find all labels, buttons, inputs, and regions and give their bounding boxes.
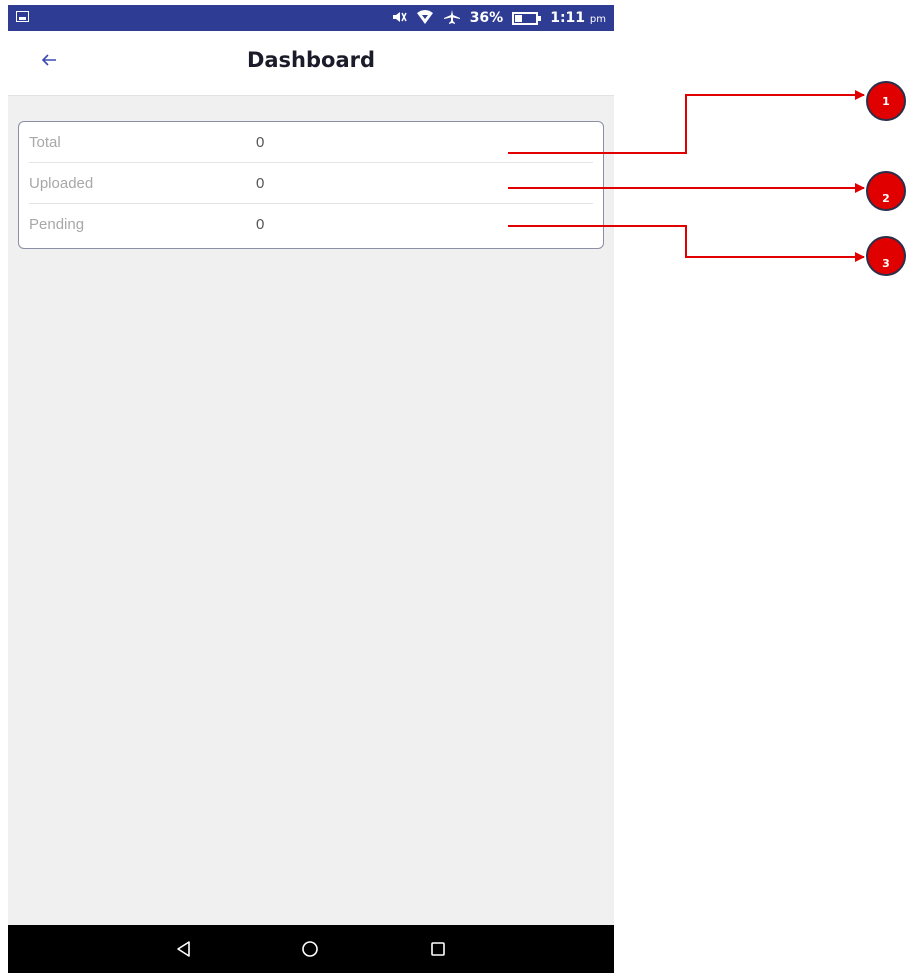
annotation-badge-label: 2 — [882, 191, 890, 205]
stat-value: 0 — [256, 215, 265, 233]
nav-home-button[interactable] — [286, 925, 334, 973]
home-circle-icon — [302, 941, 318, 957]
app-header: Dashboard — [8, 31, 614, 96]
stat-row-total: Total 0 — [29, 122, 593, 163]
battery-percent: 36% — [469, 10, 504, 26]
stat-label: Pending — [29, 215, 85, 233]
nav-back-button[interactable] — [160, 925, 208, 973]
battery-icon — [512, 11, 542, 25]
mute-icon — [391, 9, 407, 28]
back-triangle-icon — [177, 941, 190, 957]
stat-row-uploaded: Uploaded 0 — [29, 163, 593, 204]
clock: 1:11 pm — [550, 10, 606, 26]
annotation-badge-1: 1 — [866, 81, 906, 121]
gallery-icon — [16, 11, 29, 22]
status-bar: 36% 1:11 pm — [8, 5, 614, 31]
nav-recent-button[interactable] — [414, 925, 462, 973]
status-indicators: 36% 1:11 pm — [391, 5, 606, 31]
stat-label: Uploaded — [29, 174, 94, 192]
annotation-badge-label: 1 — [882, 94, 890, 108]
recent-square-icon — [431, 942, 445, 956]
clock-time: 1:11 — [550, 10, 586, 26]
annotation-badge-label: 3 — [882, 256, 890, 270]
annotation-badge-3: 3 — [866, 236, 906, 276]
stat-value: 0 — [256, 133, 265, 151]
stats-card: Total 0 Uploaded 0 Pending 0 — [18, 121, 604, 249]
page-title: Dashboard — [246, 48, 376, 72]
stat-value: 0 — [256, 174, 265, 192]
stat-label: Total — [29, 133, 61, 151]
annotation-badge-2: 2 — [866, 171, 906, 211]
airplane-icon — [443, 9, 461, 28]
wifi-icon — [416, 9, 434, 28]
stat-row-pending: Pending 0 — [29, 204, 593, 244]
system-nav-bar — [8, 925, 614, 973]
clock-suffix: pm — [589, 14, 606, 25]
battery-level — [515, 14, 523, 22]
phone-screen: 36% 1:11 pm Dashboard Total 0 Uploaded 0 — [8, 5, 614, 973]
